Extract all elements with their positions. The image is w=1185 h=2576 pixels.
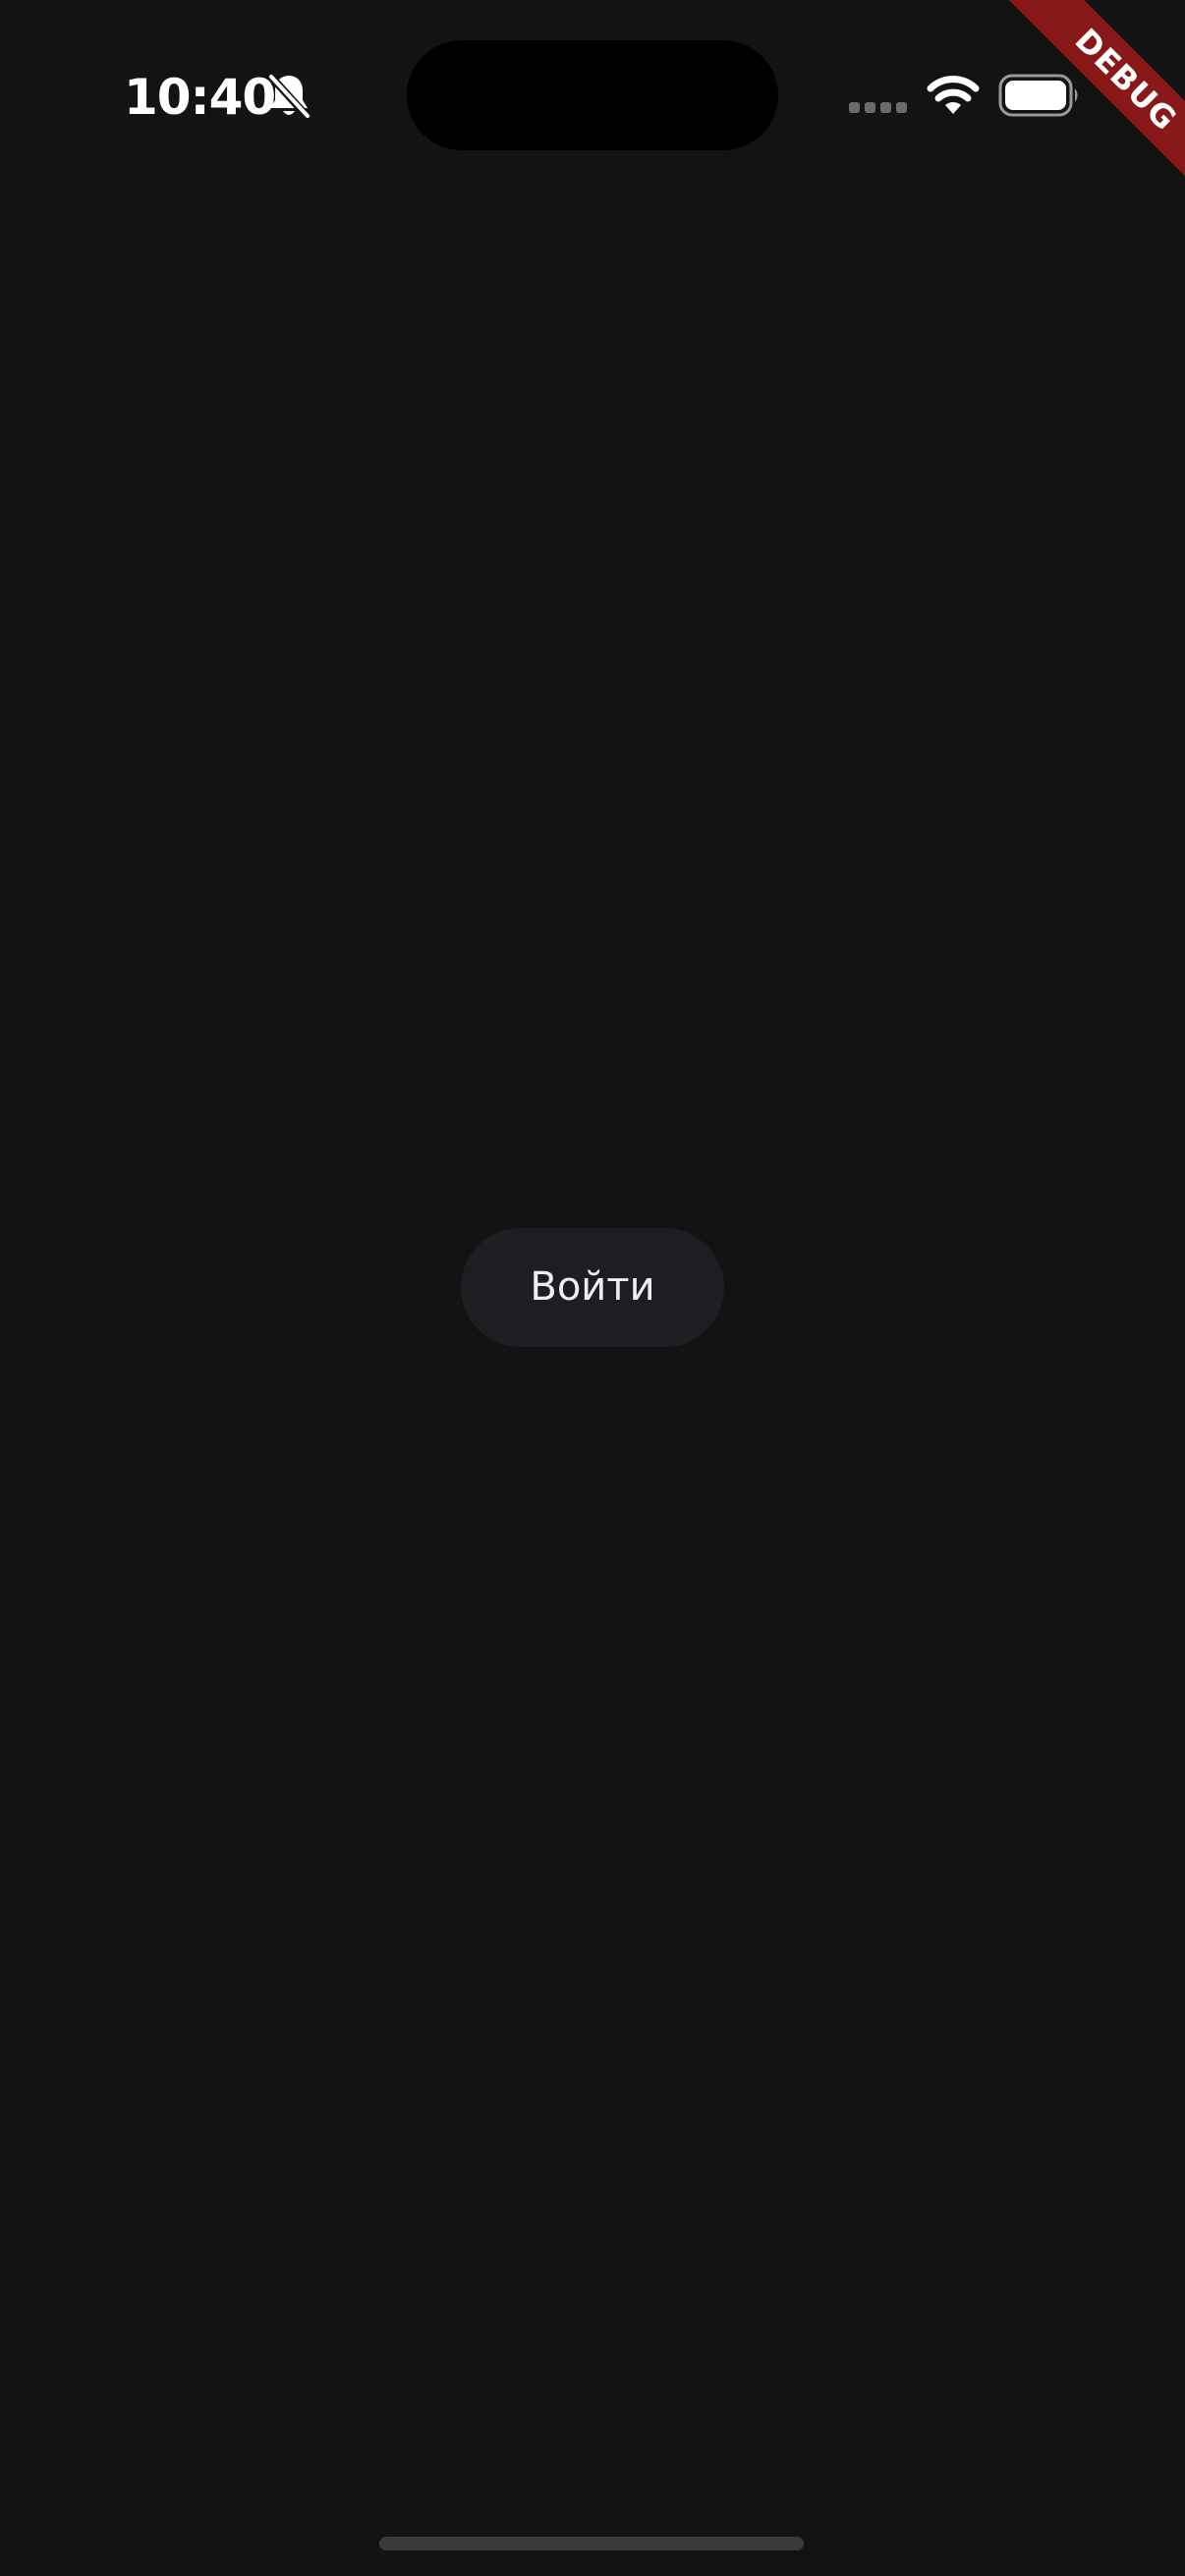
login-button[interactable]: Войти	[461, 1228, 724, 1347]
cellular-signal-icon	[849, 102, 908, 116]
battery-icon	[998, 74, 1078, 117]
dynamic-island	[407, 40, 778, 150]
wifi-icon	[927, 76, 980, 114]
home-indicator[interactable]	[379, 2537, 804, 2550]
app-screen: 10:40 DEBUG Войти	[0, 0, 1185, 2576]
status-bar: 10:40	[0, 0, 1185, 187]
status-time: 10:40	[124, 69, 276, 126]
bell-slash-icon	[266, 72, 311, 121]
